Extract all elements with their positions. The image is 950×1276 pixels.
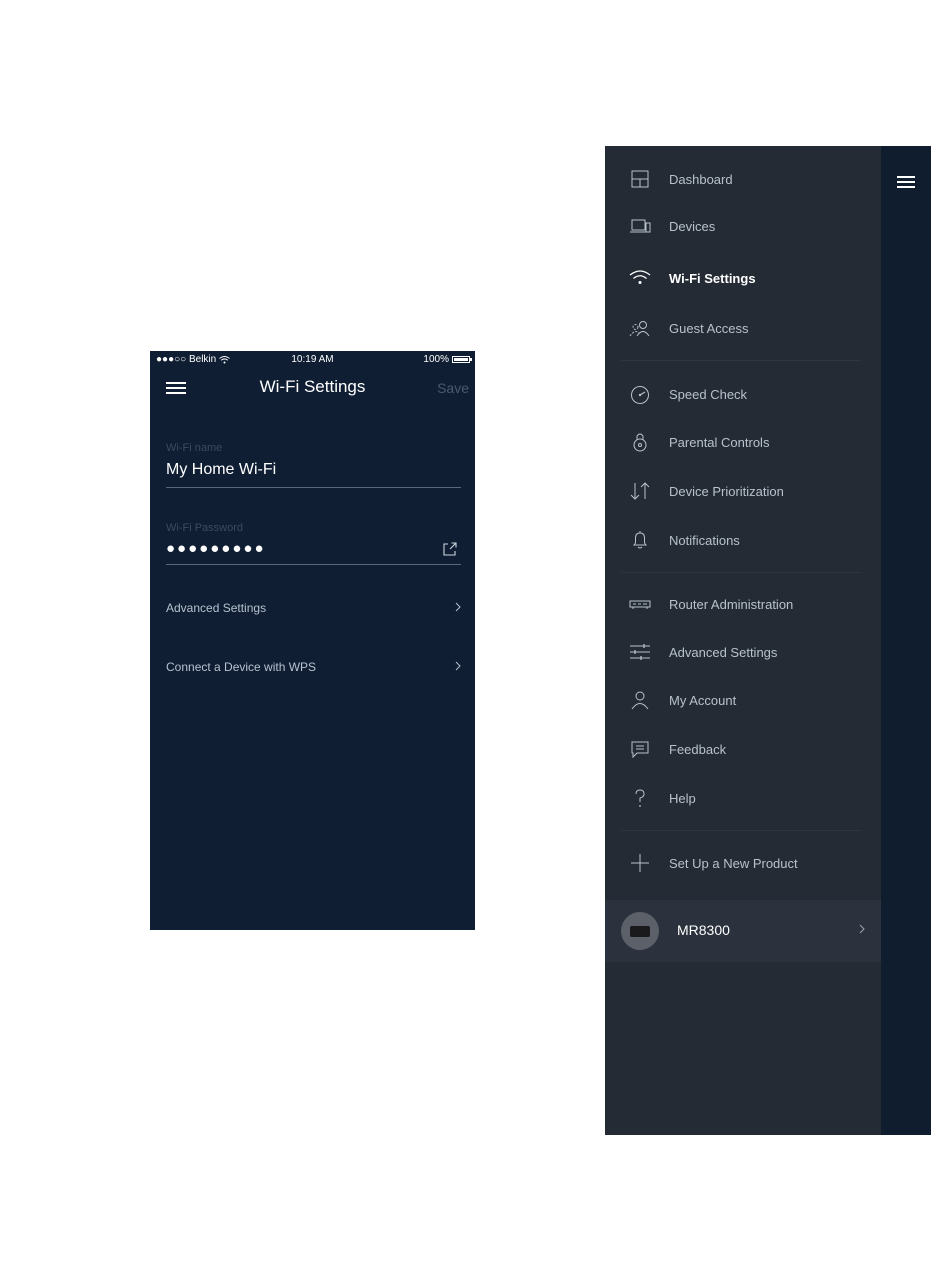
nav-label: Wi-Fi Settings: [669, 270, 756, 286]
nav-item-notifications[interactable]: Notifications: [605, 520, 881, 560]
hamburger-menu-icon[interactable]: [897, 176, 915, 188]
advanced-settings-row[interactable]: Advanced Settings: [166, 601, 461, 621]
nav-item-set-up-new-product[interactable]: Set Up a New Product: [605, 843, 881, 883]
nav-item-my-account[interactable]: My Account: [605, 680, 881, 720]
wifi-password-field[interactable]: ●●●●●●●●●: [166, 540, 266, 557]
divider: [621, 360, 861, 361]
speedometer-icon: [631, 386, 649, 404]
guest-access-icon: [629, 321, 650, 337]
router-icon: [629, 600, 651, 609]
nav-label: Devices: [669, 218, 716, 234]
nav-label: Feedback: [669, 741, 727, 757]
nav-item-advanced-settings[interactable]: Advanced Settings: [605, 632, 881, 672]
wifi-name-field[interactable]: My Home Wi-Fi: [166, 461, 276, 479]
question-icon: [635, 789, 645, 807]
nav-item-guest-access[interactable]: Guest Access: [605, 308, 881, 348]
devices-icon: [630, 219, 651, 233]
nav-item-dashboard[interactable]: Dashboard: [605, 159, 881, 199]
status-bar: ●●●○○ Belkin 10:19 AM 100%: [150, 351, 475, 367]
wifi-name-underline: [166, 487, 461, 488]
nav-label: Set Up a New Product: [669, 855, 798, 871]
navigation-drawer: Dashboard Devices Wi-Fi Settings Guest A…: [605, 146, 931, 1135]
nav-label: My Account: [669, 692, 737, 708]
divider: [621, 830, 861, 831]
prioritization-arrows-icon: [630, 482, 650, 500]
device-name: MR8300: [677, 922, 730, 938]
chevron-right-icon: [859, 924, 865, 934]
nav-label: Device Prioritization: [669, 483, 784, 499]
nav-item-router-administration[interactable]: Router Administration: [605, 584, 881, 624]
nav-item-feedback[interactable]: Feedback: [605, 729, 881, 769]
user-icon: [631, 691, 649, 710]
battery-percent: 100%: [423, 354, 449, 365]
nav-item-parental-controls[interactable]: Parental Controls: [605, 422, 881, 462]
nav-label: Router Administration: [669, 596, 794, 612]
advanced-settings-label: Advanced Settings: [166, 601, 267, 615]
bell-icon: [633, 531, 647, 549]
share-icon[interactable]: [442, 541, 458, 557]
nav-item-device-prioritization[interactable]: Device Prioritization: [605, 471, 881, 511]
router-avatar: [621, 912, 659, 950]
nav-label: Advanced Settings: [669, 644, 778, 660]
nav-label: Dashboard: [669, 171, 733, 187]
wifi-settings-screen: ●●●○○ Belkin 10:19 AM 100% Wi-Fi Setting…: [150, 351, 475, 930]
app-content-strip: [881, 146, 931, 1135]
save-button[interactable]: Save: [437, 380, 469, 396]
wifi-icon: [629, 270, 651, 284]
chevron-right-icon: [455, 602, 461, 612]
sliders-icon: [630, 644, 650, 660]
nav-label: Notifications: [669, 532, 740, 548]
page-title: Wi-Fi Settings: [259, 377, 366, 396]
nav-label: Help: [669, 790, 696, 806]
nav-item-speed-check[interactable]: Speed Check: [605, 374, 881, 414]
connect-wps-label: Connect a Device with WPS: [166, 660, 317, 674]
chat-icon: [631, 741, 649, 759]
divider: [621, 572, 861, 573]
nav-item-devices[interactable]: Devices: [605, 206, 881, 246]
wifi-name-label: Wi-Fi name: [166, 442, 223, 454]
parental-controls-icon: [633, 433, 647, 452]
wifi-password-underline: [166, 564, 461, 565]
dashboard-icon: [631, 170, 649, 188]
nav-label: Parental Controls: [669, 434, 770, 450]
plus-icon: [631, 854, 649, 872]
nav-item-wifi-settings[interactable]: Wi-Fi Settings: [605, 258, 881, 298]
chevron-right-icon: [455, 661, 461, 671]
battery-icon: [452, 356, 472, 363]
nav-label: Speed Check: [669, 386, 748, 402]
device-row-mr8300[interactable]: MR8300: [605, 900, 881, 962]
connect-wps-row[interactable]: Connect a Device with WPS: [166, 660, 461, 680]
nav-label: Guest Access: [669, 320, 749, 336]
wifi-password-label: Wi-Fi Password: [166, 522, 244, 534]
nav-item-help[interactable]: Help: [605, 778, 881, 818]
